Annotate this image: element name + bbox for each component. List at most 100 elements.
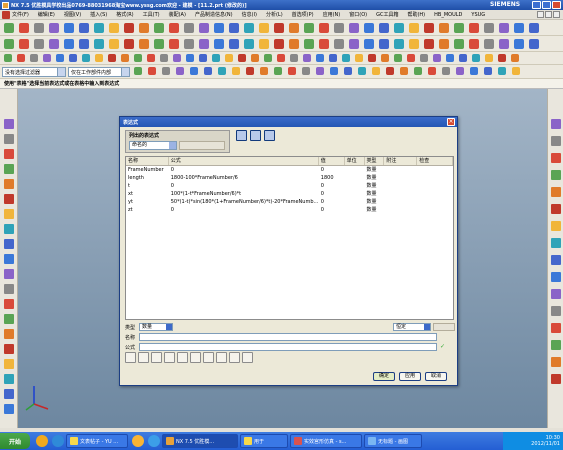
toolbar-tool-icon[interactable] xyxy=(342,54,350,62)
toolbar-tool-icon[interactable] xyxy=(139,23,149,33)
toolbar-tool-icon[interactable] xyxy=(160,54,168,62)
toolbar-tool-icon[interactable] xyxy=(108,54,116,62)
toolbar-tool-icon[interactable] xyxy=(288,67,296,75)
toolbar-tool-icon[interactable] xyxy=(64,23,74,33)
function-fx-icon[interactable] xyxy=(138,352,149,363)
toolbar-tool-icon[interactable] xyxy=(469,39,479,49)
toolbar-tool-icon[interactable] xyxy=(162,67,170,75)
unit-dropdown[interactable]: 恒定 xyxy=(393,323,431,331)
toolbar-tool-icon[interactable] xyxy=(94,39,104,49)
toolbar-tool-icon[interactable] xyxy=(511,54,519,62)
ok-button[interactable]: 确定 xyxy=(373,372,395,381)
toolbar-tool-icon[interactable] xyxy=(259,23,269,33)
search-icon[interactable] xyxy=(190,352,201,363)
taskbar-item[interactable]: 无标题 - 画图 xyxy=(364,434,422,448)
toolbar-tool-icon[interactable] xyxy=(372,67,380,75)
toolbar-tool-icon[interactable] xyxy=(4,54,12,62)
toolbar-tool-icon[interactable] xyxy=(459,54,467,62)
quicklaunch-qq-icon[interactable] xyxy=(52,435,64,447)
resource-bar-icon[interactable] xyxy=(551,170,561,180)
menu-help[interactable]: 帮助(H) xyxy=(407,11,425,18)
menu-window[interactable]: 窗口(O) xyxy=(349,11,367,18)
resource-bar-icon[interactable] xyxy=(4,389,14,399)
toolbar-tool-icon[interactable] xyxy=(329,54,337,62)
toolbar-tool-icon[interactable] xyxy=(319,23,329,33)
toolbar-tool-icon[interactable] xyxy=(214,39,224,49)
toolbar-tool-icon[interactable] xyxy=(147,54,155,62)
toolbar-tool-icon[interactable] xyxy=(529,39,539,49)
column-header-formula[interactable]: 公式 xyxy=(169,157,319,165)
menu-ysug[interactable]: YSUG xyxy=(471,12,485,18)
toolbar-tool-icon[interactable] xyxy=(34,23,44,33)
toolbar-tool-icon[interactable] xyxy=(414,67,422,75)
toolbar-tool-icon[interactable] xyxy=(394,23,404,33)
column-header-name[interactable]: 名称 xyxy=(126,157,169,165)
quicklaunch-folder-icon[interactable] xyxy=(132,435,144,447)
toolbar-tool-icon[interactable] xyxy=(407,54,415,62)
accept-edit-icon[interactable]: ✓ xyxy=(440,343,445,350)
menu-tools[interactable]: 工具(T) xyxy=(143,11,160,18)
measure-distance-icon[interactable] xyxy=(125,352,136,363)
menu-edit[interactable]: 编辑(E) xyxy=(38,11,55,18)
column-header-check[interactable]: 检查 xyxy=(417,157,453,165)
menu-file[interactable]: 文件(F) xyxy=(12,11,29,18)
toolbar-tool-icon[interactable] xyxy=(394,39,404,49)
toolbar-tool-icon[interactable] xyxy=(409,39,419,49)
toolbar-tool-icon[interactable] xyxy=(95,54,103,62)
listed-expressions-dropdown[interactable]: 命名的 xyxy=(129,141,177,150)
toolbar-tool-icon[interactable] xyxy=(469,23,479,33)
resource-bar-icon[interactable] xyxy=(4,314,14,324)
dimension-icon[interactable] xyxy=(151,352,162,363)
toolbar-tool-icon[interactable] xyxy=(251,54,259,62)
toolbar-tool-icon[interactable] xyxy=(173,54,181,62)
resource-bar-icon[interactable] xyxy=(4,299,14,309)
toolbar-tool-icon[interactable] xyxy=(316,67,324,75)
resource-bar-icon[interactable] xyxy=(4,239,14,249)
toolbar-tool-icon[interactable] xyxy=(484,39,494,49)
toolbar-tool-icon[interactable] xyxy=(420,54,428,62)
resource-bar-icon[interactable] xyxy=(551,306,561,316)
toolbar-tool-icon[interactable] xyxy=(319,39,329,49)
toolbar-tool-icon[interactable] xyxy=(289,23,299,33)
toolbar-tool-icon[interactable] xyxy=(484,23,494,33)
toolbar-tool-icon[interactable] xyxy=(225,54,233,62)
apply-button[interactable]: 应用 xyxy=(399,372,421,381)
cancel-button[interactable]: 取消 xyxy=(425,372,447,381)
toolbar-tool-icon[interactable] xyxy=(485,54,493,62)
toolbar-tool-icon[interactable] xyxy=(277,54,285,62)
toolbar-tool-icon[interactable] xyxy=(184,23,194,33)
toolbar-tool-icon[interactable] xyxy=(379,39,389,49)
toolbar-tool-icon[interactable] xyxy=(204,67,212,75)
menu-application[interactable]: 应用(N) xyxy=(323,11,341,18)
toolbar-tool-icon[interactable] xyxy=(212,54,220,62)
resource-bar-icon[interactable] xyxy=(551,374,561,384)
menu-format[interactable]: 格式(R) xyxy=(116,11,133,18)
resource-bar-icon[interactable] xyxy=(551,255,561,265)
toolbar-tool-icon[interactable] xyxy=(498,54,506,62)
toolbar-tool-icon[interactable] xyxy=(124,23,134,33)
menu-analysis[interactable]: 分析(L) xyxy=(266,11,283,18)
toolbar-tool-icon[interactable] xyxy=(79,23,89,33)
measure-angle-icon[interactable] xyxy=(164,352,175,363)
toolbar-tool-icon[interactable] xyxy=(472,54,480,62)
toolbar-tool-icon[interactable] xyxy=(64,39,74,49)
toolbar-tool-icon[interactable] xyxy=(304,39,314,49)
toolbar-tool-icon[interactable] xyxy=(514,39,524,49)
toolbar-tool-icon[interactable] xyxy=(259,39,269,49)
toolbar-tool-icon[interactable] xyxy=(43,54,51,62)
import-expressions-icon[interactable] xyxy=(250,130,261,141)
toolbar-tool-icon[interactable] xyxy=(186,54,194,62)
toolbar-tool-icon[interactable] xyxy=(349,23,359,33)
menu-preferences[interactable]: 首选项(P) xyxy=(292,11,314,18)
toolbar-tool-icon[interactable] xyxy=(169,39,179,49)
toolbar-tool-icon[interactable] xyxy=(34,39,44,49)
toolbar-tool-icon[interactable] xyxy=(446,54,454,62)
quicklaunch-browser-icon[interactable] xyxy=(36,435,48,447)
resource-bar-icon[interactable] xyxy=(551,153,561,163)
toolbar-tool-icon[interactable] xyxy=(124,39,134,49)
resource-bar-icon[interactable] xyxy=(4,149,14,159)
toolbar-tool-icon[interactable] xyxy=(134,54,142,62)
toolbar-tool-icon[interactable] xyxy=(330,67,338,75)
toolbar-tool-icon[interactable] xyxy=(364,23,374,33)
toolbar-tool-icon[interactable] xyxy=(364,39,374,49)
